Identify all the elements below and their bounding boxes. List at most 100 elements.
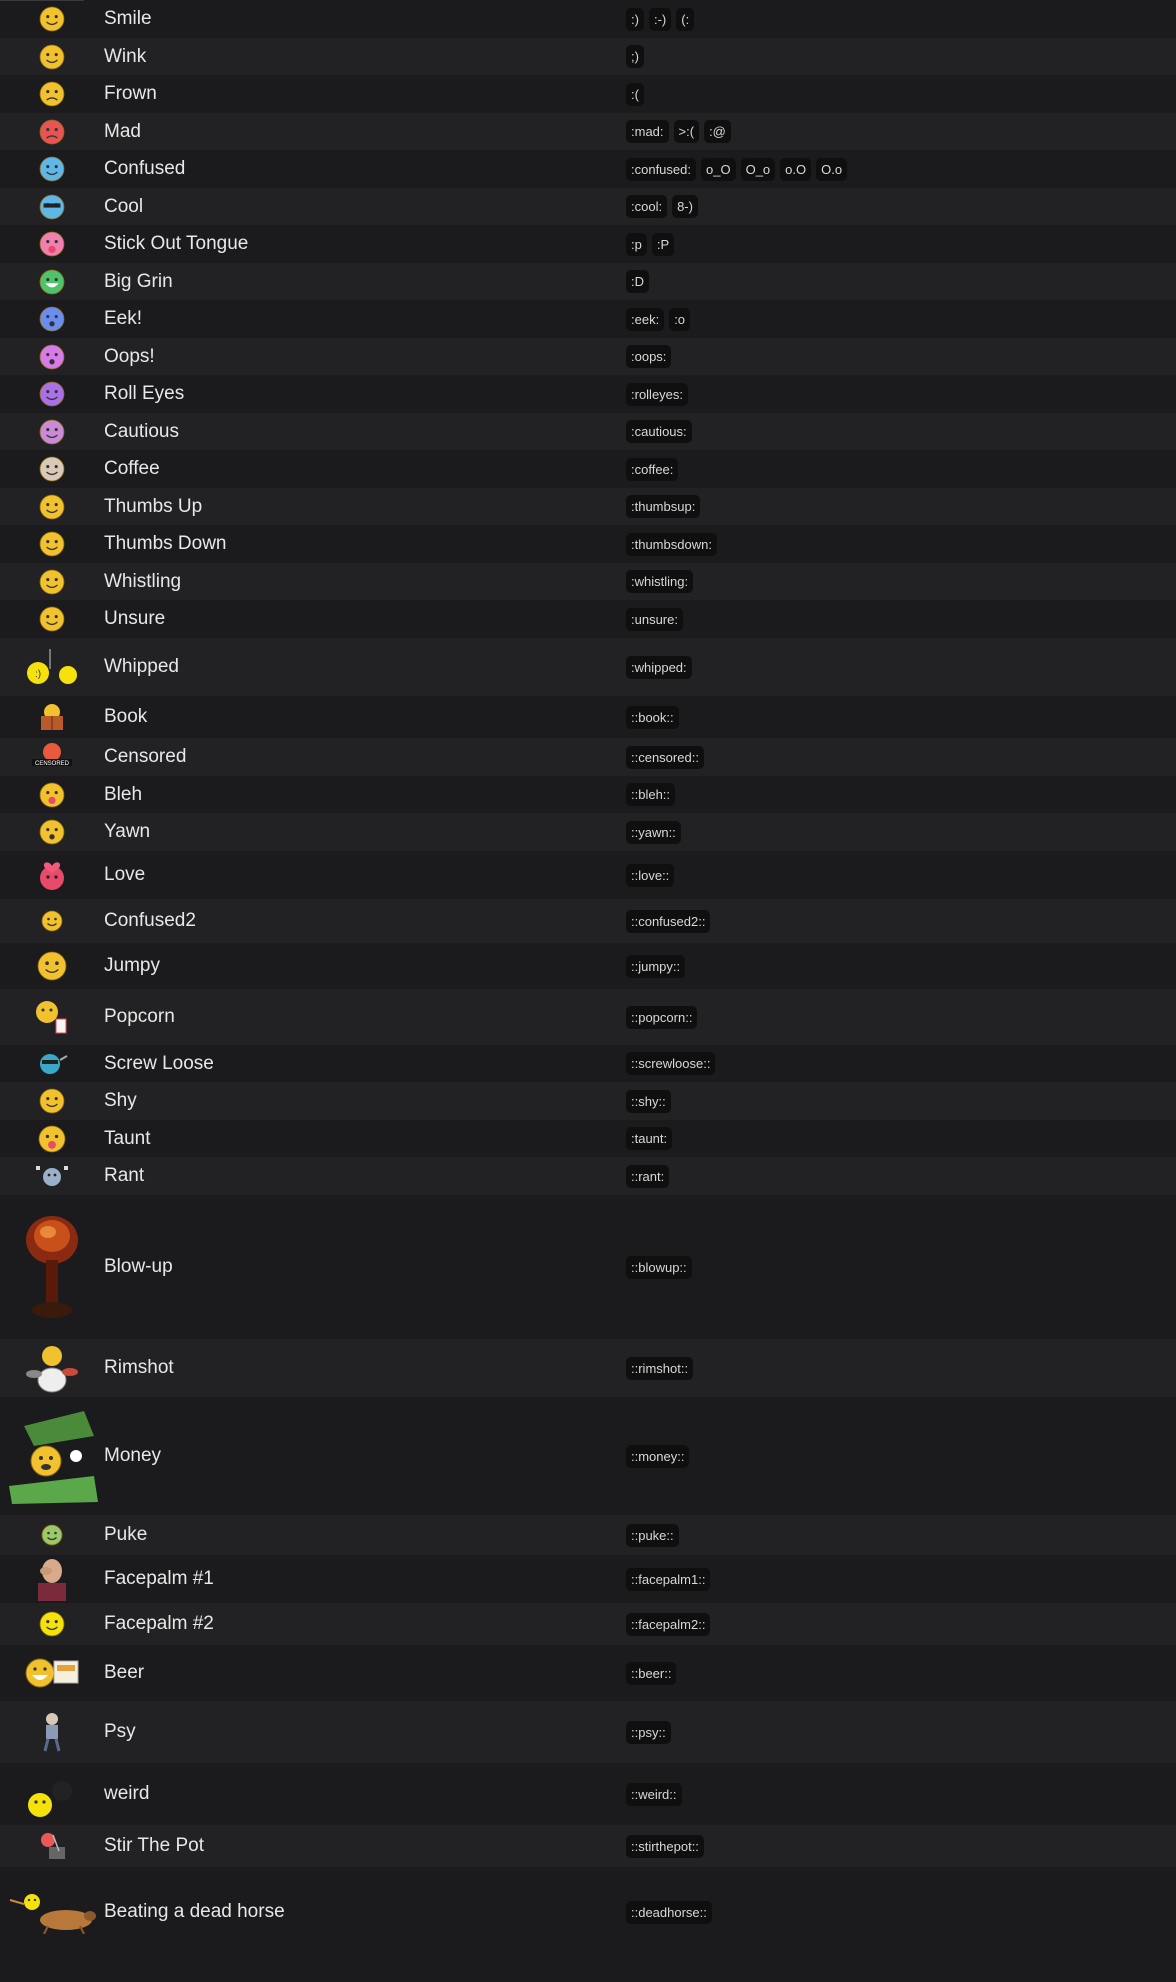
smilie-code[interactable]: :whistling: bbox=[626, 570, 694, 593]
confused2-icon[interactable] bbox=[0, 910, 104, 932]
whistling-icon[interactable] bbox=[0, 569, 104, 595]
smilie-code[interactable]: ::facepalm2:: bbox=[626, 1612, 711, 1636]
smilie-code[interactable]: ::facepalm1:: bbox=[626, 1567, 711, 1591]
smilie-codes: ::money:: bbox=[626, 1444, 1176, 1468]
smilie-code[interactable]: ::popcorn:: bbox=[626, 1005, 698, 1029]
facepalm1-icon[interactable] bbox=[0, 1557, 104, 1601]
roll-eyes-icon[interactable] bbox=[0, 381, 104, 407]
smilie-code[interactable]: ::confused2:: bbox=[626, 909, 711, 933]
cautious-icon[interactable] bbox=[0, 419, 104, 445]
smilie-row: Stir The Pot::stirthepot:: bbox=[0, 1825, 1176, 1867]
smilie-code[interactable]: :cool: bbox=[626, 195, 668, 218]
smilie-code[interactable]: ::money:: bbox=[626, 1444, 690, 1468]
eek-icon[interactable] bbox=[0, 306, 104, 332]
confused-icon[interactable] bbox=[0, 156, 104, 182]
whipped-icon[interactable]: :) bbox=[0, 647, 104, 687]
smilie-code[interactable]: ::yawn:: bbox=[626, 820, 681, 844]
unsure-icon[interactable] bbox=[0, 606, 104, 632]
smilie-code[interactable]: ::book:: bbox=[626, 705, 679, 729]
thumbs-up-icon[interactable] bbox=[0, 494, 104, 520]
smile-icon[interactable] bbox=[0, 6, 104, 32]
smilie-codes: :eek::o bbox=[626, 307, 1176, 331]
smilie-code[interactable]: :coffee: bbox=[626, 457, 679, 481]
beer-icon[interactable] bbox=[0, 1655, 104, 1691]
smilie-code[interactable]: :confused: bbox=[626, 157, 696, 181]
smilie-code[interactable]: :oops: bbox=[626, 345, 672, 368]
smilie-code[interactable]: ::love:: bbox=[626, 863, 675, 887]
shy-icon[interactable] bbox=[0, 1088, 104, 1114]
smilie-codes: ::blowup:: bbox=[626, 1255, 1176, 1279]
smilie-code[interactable]: ::shy:: bbox=[626, 1089, 671, 1113]
smilie-code[interactable]: ::blowup:: bbox=[626, 1255, 692, 1279]
smilie-row: Blow-up::blowup:: bbox=[0, 1195, 1176, 1339]
dead-horse-icon[interactable] bbox=[0, 1890, 104, 1934]
smilie-code[interactable]: :) bbox=[626, 7, 644, 31]
smilie-code[interactable]: (: bbox=[676, 7, 695, 31]
smilie-code[interactable]: ::puke:: bbox=[626, 1523, 679, 1547]
smilie-code[interactable]: O_o bbox=[740, 157, 776, 181]
smilie-code[interactable]: :mad: bbox=[626, 120, 669, 143]
wink-icon[interactable] bbox=[0, 44, 104, 70]
smilie-name: Blow-up bbox=[104, 1256, 173, 1277]
mad-icon[interactable] bbox=[0, 119, 104, 145]
psy-icon[interactable] bbox=[0, 1712, 104, 1752]
smilie-code[interactable]: :whipped: bbox=[626, 655, 692, 679]
smilie-code[interactable]: ::beer:: bbox=[626, 1661, 677, 1685]
smilie-code[interactable]: :unsure: bbox=[626, 607, 683, 631]
coffee-icon[interactable] bbox=[0, 456, 104, 482]
smilie-name: Confused bbox=[104, 158, 186, 179]
tongue-icon[interactable] bbox=[0, 231, 104, 257]
smilie-code[interactable]: :rolleyes: bbox=[626, 382, 689, 406]
smilie-code[interactable]: :taunt: bbox=[626, 1127, 673, 1150]
smilie-code[interactable]: ::weird:: bbox=[626, 1782, 682, 1806]
smilie-code[interactable]: >:( bbox=[673, 120, 700, 143]
smilie-code[interactable]: :-) bbox=[648, 7, 672, 31]
facepalm2-icon[interactable] bbox=[0, 1611, 104, 1637]
popcorn-icon[interactable] bbox=[0, 999, 104, 1035]
smilie-code[interactable]: :cautious: bbox=[626, 420, 692, 443]
smilie-code[interactable]: :P bbox=[651, 232, 675, 256]
money-icon[interactable] bbox=[0, 1406, 104, 1506]
cool-icon[interactable] bbox=[0, 194, 104, 220]
smilie-code[interactable]: :thumbsdown: bbox=[626, 532, 717, 556]
smilie-code[interactable]: ::screwloose:: bbox=[626, 1052, 716, 1075]
smilie-code[interactable]: :D bbox=[626, 270, 649, 293]
rimshot-icon[interactable] bbox=[0, 1342, 104, 1394]
smilie-code[interactable]: ::censored:: bbox=[626, 745, 704, 769]
smilie-code[interactable]: ::jumpy:: bbox=[626, 954, 686, 978]
smilie-code[interactable]: :o bbox=[669, 307, 691, 331]
weird-icon[interactable] bbox=[0, 1769, 104, 1819]
smilie-code[interactable]: ::stirthepot:: bbox=[626, 1834, 704, 1858]
smilie-code[interactable]: ::rant: bbox=[626, 1164, 670, 1188]
smilie-code[interactable]: o.O bbox=[780, 157, 812, 181]
smilie-code[interactable]: ::rimshot:: bbox=[626, 1356, 694, 1380]
smilie-code[interactable]: :eek: bbox=[626, 307, 665, 331]
smilie-code[interactable]: :thumbsup: bbox=[626, 495, 701, 518]
bleh-icon[interactable] bbox=[0, 782, 104, 808]
thumbs-down-icon[interactable] bbox=[0, 531, 104, 557]
blow-up-icon[interactable] bbox=[0, 1212, 104, 1322]
puke-icon[interactable] bbox=[0, 1524, 104, 1546]
rant-icon[interactable] bbox=[0, 1162, 104, 1190]
yawn-icon[interactable] bbox=[0, 819, 104, 845]
smilie-code[interactable]: :@ bbox=[704, 120, 731, 143]
smilie-code[interactable]: :( bbox=[626, 82, 644, 106]
oops-icon[interactable] bbox=[0, 344, 104, 370]
smilie-code[interactable]: ::deadhorse:: bbox=[626, 1900, 712, 1924]
smilie-code[interactable]: ::psy:: bbox=[626, 1720, 671, 1744]
frown-icon[interactable] bbox=[0, 81, 104, 107]
stir-the-pot-icon[interactable] bbox=[0, 1831, 104, 1861]
book-icon[interactable] bbox=[0, 702, 104, 732]
screw-loose-icon[interactable] bbox=[0, 1052, 104, 1076]
smilie-code[interactable]: o_O bbox=[701, 157, 736, 181]
smilie-code[interactable]: ::bleh:: bbox=[626, 783, 676, 806]
big-grin-icon[interactable] bbox=[0, 269, 104, 295]
smilie-code[interactable]: O.o bbox=[816, 157, 848, 181]
jumpy-icon[interactable] bbox=[0, 951, 104, 981]
censored-icon[interactable]: CENSORED bbox=[0, 742, 104, 772]
love-icon[interactable] bbox=[0, 858, 104, 892]
smilie-code[interactable]: 8-) bbox=[672, 195, 698, 218]
smilie-code[interactable]: ;) bbox=[626, 45, 644, 68]
taunt-icon[interactable] bbox=[0, 1125, 104, 1153]
smilie-code[interactable]: :p bbox=[626, 232, 647, 256]
